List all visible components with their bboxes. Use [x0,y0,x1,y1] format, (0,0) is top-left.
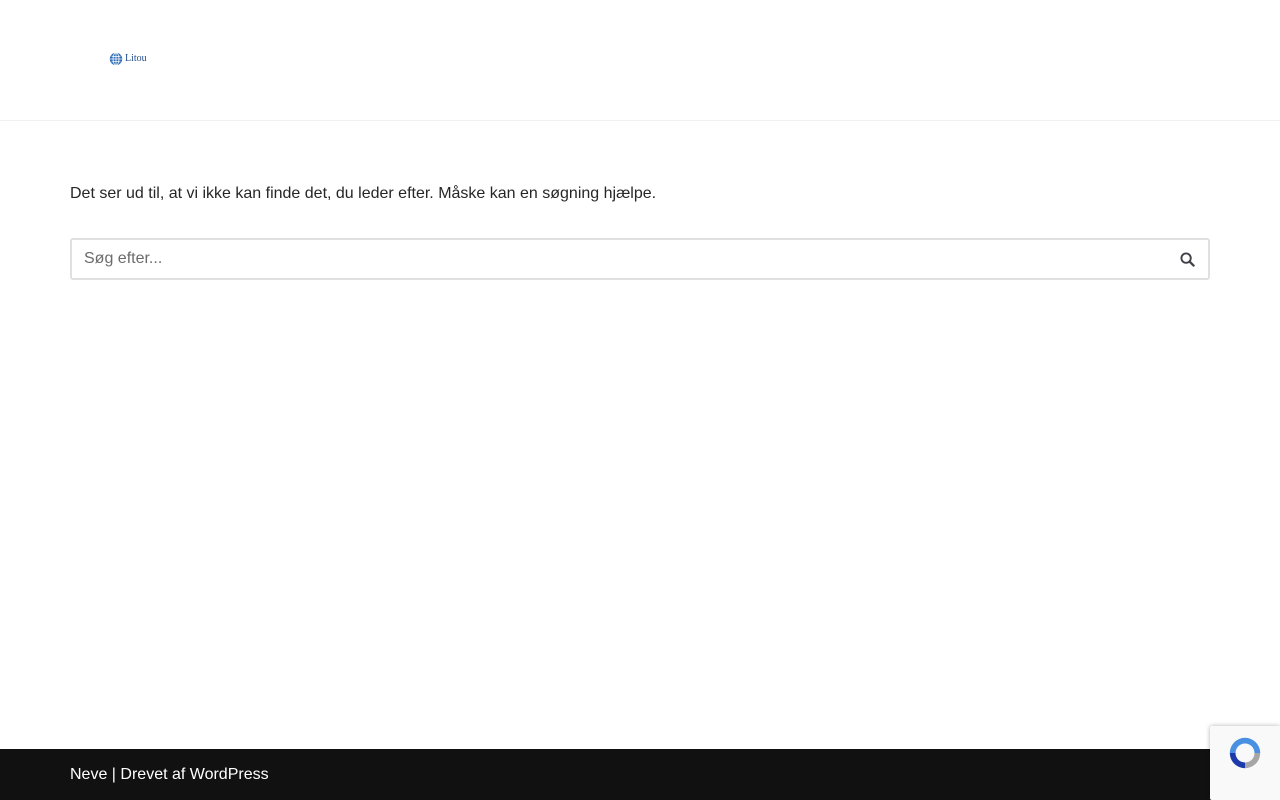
footer-separator: | [107,766,121,783]
search-icon [1179,251,1195,267]
search-input[interactable] [72,240,1166,278]
footer-credits: Neve | Drevet af WordPress [70,749,269,800]
search-button[interactable] [1166,240,1208,278]
site-footer: Neve | Drevet af WordPress [0,749,1280,800]
search-form [70,238,1210,280]
site-header: Litou [0,0,1280,121]
footer-theme-link[interactable]: Neve [70,766,107,783]
globe-icon [109,52,123,66]
footer-powered-prefix: Drevet af [120,766,190,783]
recaptcha-badge[interactable] [1210,726,1280,800]
main-content: Det ser ud til, at vi ikke kan finde det… [70,180,1210,280]
recaptcha-icon [1229,737,1261,769]
logo-text: Litou [125,53,147,64]
footer-wordpress-link[interactable]: WordPress [190,766,269,783]
not-found-message: Det ser ud til, at vi ikke kan finde det… [70,185,657,202]
site-logo[interactable]: Litou [109,52,147,66]
